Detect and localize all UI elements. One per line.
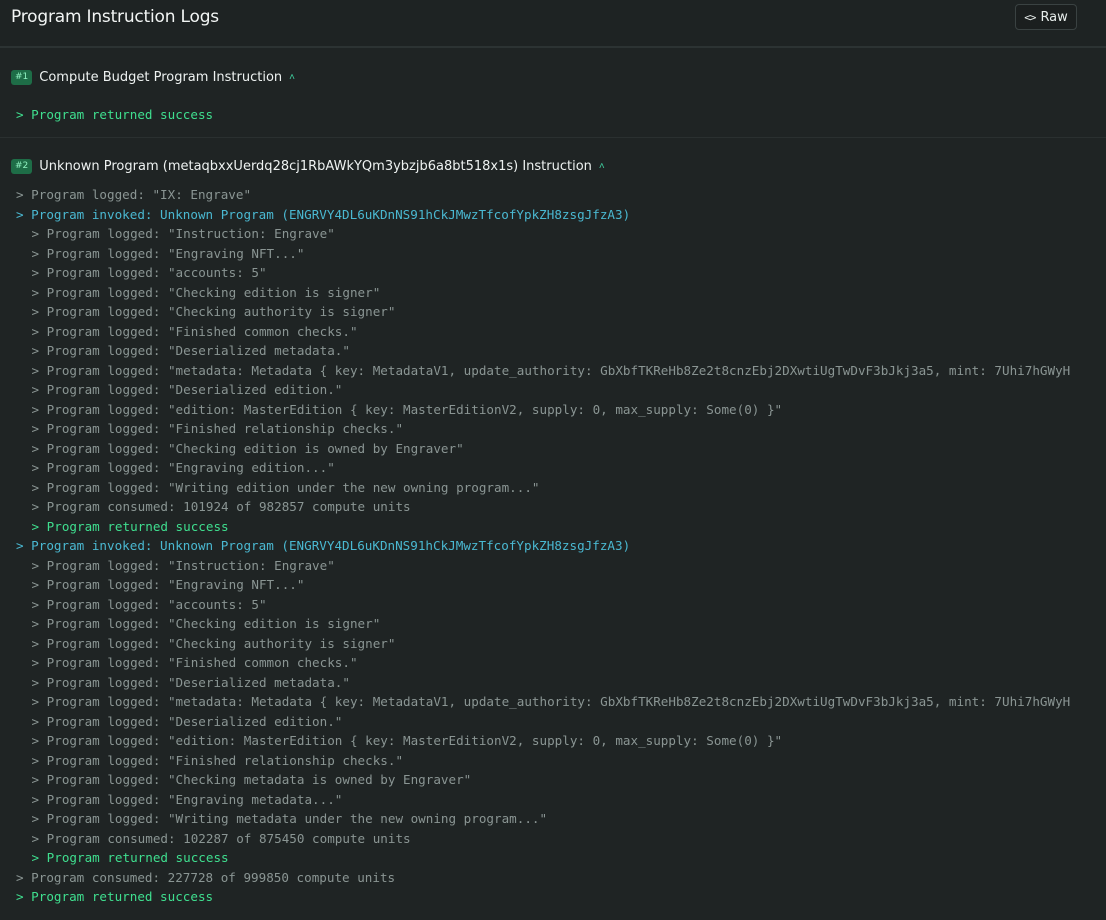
log-line: > Program logged: "edition: MasterEditio… bbox=[16, 400, 1070, 420]
log-line: > Program logged: "Engraving edition..." bbox=[16, 458, 1070, 478]
log-line: > Program returned success bbox=[16, 887, 1070, 907]
code-icon: <> bbox=[1024, 10, 1036, 24]
log-line: > Program logged: "Writing edition under… bbox=[16, 478, 1070, 498]
log-line: > Program logged: "Instruction: Engrave" bbox=[16, 224, 1070, 244]
log-text: > Program logged: "Finished common check… bbox=[31, 655, 358, 670]
log-text: > Program returned success bbox=[31, 850, 229, 865]
log-line: > Program logged: "Deserialized metadata… bbox=[16, 673, 1070, 693]
log-text: > Program logged: "accounts: 5" bbox=[31, 596, 267, 612]
log-text: > Program logged: "Checking edition is s… bbox=[31, 284, 381, 300]
raw-button-label: Raw bbox=[1040, 9, 1068, 25]
log-text: > Program logged: "Instruction: Engrave" bbox=[31, 226, 335, 241]
log-text: > Program logged: "metadata: Metadata { … bbox=[31, 362, 1071, 378]
log-line: > Program logged: "Instruction: Engrave" bbox=[16, 556, 1070, 576]
page-header: Program Instruction Logs <> Raw bbox=[0, 0, 1106, 48]
log-line: > Program invoked: Unknown Program (ENGR… bbox=[16, 205, 1070, 225]
log-line: > Program consumed: 102287 of 875450 com… bbox=[16, 829, 1070, 849]
log-line: > Program logged: "Checking edition is o… bbox=[16, 439, 1070, 459]
log-text: > Program logged: "Engraving NFT..." bbox=[31, 245, 305, 261]
log-line: > Program logged: "accounts: 5" bbox=[16, 595, 1070, 615]
log-line: > Program logged: "Deserialized edition.… bbox=[16, 712, 1070, 732]
log-text: > Program logged: "Checking edition is o… bbox=[31, 440, 464, 456]
instruction-title: Unknown Program (metaqbxxUerdq28cj1RbAWk… bbox=[39, 159, 592, 174]
log-text: > Program logged: "metadata: Metadata { … bbox=[31, 694, 1071, 709]
log-text: > Program logged: "IX: Engrave" bbox=[16, 187, 252, 202]
log-text: > Program consumed: 101924 of 982857 com… bbox=[31, 499, 411, 514]
log-text: > Program logged: "Deserialized edition.… bbox=[31, 713, 343, 729]
log-line: > Program consumed: 101924 of 982857 com… bbox=[16, 497, 1070, 517]
log-text: > Program logged: "Engraving metadata...… bbox=[31, 791, 343, 807]
log-text: > Program logged: "Finished relationship… bbox=[31, 752, 404, 768]
log-line: > Program logged: "Finished common check… bbox=[16, 653, 1070, 673]
log-text: > Program logged: "Checking authority is… bbox=[31, 635, 396, 651]
log-text: > Program returned success bbox=[16, 107, 214, 122]
log-line: > Program logged: "Checking metadata is … bbox=[16, 770, 1070, 790]
log-text: > Program logged: "Writing edition under… bbox=[31, 479, 540, 495]
log-line: > Program invoked: Unknown Program (ENGR… bbox=[16, 536, 1070, 556]
log-text: > Program invoked: Unknown Program (ENGR… bbox=[16, 206, 631, 222]
log-text: > Program logged: "edition: MasterEditio… bbox=[31, 733, 783, 748]
log-line: > Program logged: "edition: MasterEditio… bbox=[16, 731, 1070, 751]
log-line: > Program consumed: 227728 of 999850 com… bbox=[16, 868, 1070, 888]
instruction-badge: #2 bbox=[11, 159, 33, 174]
log-line: > Program returned success bbox=[16, 517, 1070, 537]
log-line: > Program logged: "Engraving metadata...… bbox=[16, 790, 1070, 810]
log-line: > Program logged: "Deserialized metadata… bbox=[16, 341, 1070, 361]
log-line: > Program logged: "Checking edition is s… bbox=[16, 283, 1070, 303]
log-block: > Program logged: "IX: Engrave" > Program… bbox=[16, 185, 1070, 907]
log-line: > Program logged: "Engraving NFT..." bbox=[16, 244, 1070, 264]
log-text: > Program logged: "Finished relationship… bbox=[31, 421, 404, 436]
instruction-header: #1 Compute Budget Program Instruction ˄ bbox=[11, 70, 295, 85]
log-text: > Program logged: "Checking authority is… bbox=[31, 304, 396, 319]
instruction-title: Compute Budget Program Instruction bbox=[39, 70, 283, 85]
log-text: > Program invoked: Unknown Program (ENGR… bbox=[16, 538, 631, 553]
log-text: > Program logged: "Checking edition is s… bbox=[31, 616, 381, 631]
log-line: > Program returned success bbox=[16, 105, 213, 125]
log-text: > Program logged: "Checking metadata is … bbox=[31, 772, 472, 787]
log-text: > Program logged: "edition: MasterEditio… bbox=[31, 401, 783, 417]
log-text: > Program returned success bbox=[31, 518, 229, 534]
log-text: > Program logged: "Deserialized metadata… bbox=[31, 343, 350, 358]
log-text: > Program logged: "Deserialized metadata… bbox=[31, 674, 350, 690]
log-block: > Program returned success bbox=[16, 105, 213, 125]
page-title: Program Instruction Logs bbox=[11, 7, 219, 27]
log-text: > Program logged: "Engraving NFT..." bbox=[31, 577, 305, 592]
log-text: > Program consumed: 227728 of 999850 com… bbox=[16, 869, 396, 885]
chevron-up-icon[interactable]: ˄ bbox=[599, 161, 605, 172]
log-text: > Program logged: "Deserialized edition.… bbox=[31, 382, 343, 397]
log-text: > Program logged: "accounts: 5" bbox=[31, 265, 267, 280]
log-text: > Program returned success bbox=[16, 889, 214, 904]
log-line: > Program logged: "Writing metadata unde… bbox=[16, 809, 1070, 829]
log-text: > Program logged: "Engraving edition..." bbox=[31, 460, 335, 475]
instruction-header: #2 Unknown Program (metaqbxxUerdq28cj1Rb… bbox=[11, 159, 605, 174]
log-text: > Program logged: "Instruction: Engrave" bbox=[31, 557, 335, 573]
log-line: > Program logged: "Checking authority is… bbox=[16, 302, 1070, 322]
log-text: > Program logged: "Writing metadata unde… bbox=[31, 811, 548, 826]
log-line: > Program returned success bbox=[16, 848, 1070, 868]
log-line: > Program logged: "Finished relationship… bbox=[16, 419, 1070, 439]
log-line: > Program logged: "Engraving NFT..." bbox=[16, 575, 1070, 595]
log-line: > Program logged: "Finished common check… bbox=[16, 322, 1070, 342]
log-line: > Program logged: "metadata: Metadata { … bbox=[16, 692, 1071, 712]
log-line: > Program logged: "Checking authority is… bbox=[16, 634, 1070, 654]
log-line: > Program logged: "Deserialized edition.… bbox=[16, 380, 1070, 400]
chevron-up-icon[interactable]: ˄ bbox=[289, 72, 295, 83]
log-line: > Program logged: "Checking edition is s… bbox=[16, 614, 1070, 634]
log-line: > Program logged: "metadata: Metadata { … bbox=[16, 361, 1071, 381]
raw-button[interactable]: <> Raw bbox=[1015, 4, 1077, 30]
log-text: > Program logged: "Finished common check… bbox=[31, 323, 358, 339]
instruction-badge: #1 bbox=[11, 70, 33, 85]
instruction-1: #1 Compute Budget Program Instruction ˄ … bbox=[0, 48, 1106, 138]
log-line: > Program logged: "accounts: 5" bbox=[16, 263, 1070, 283]
log-line: > Program logged: "Finished relationship… bbox=[16, 751, 1070, 771]
instruction-2: #2 Unknown Program (metaqbxxUerdq28cj1Rb… bbox=[0, 138, 1106, 920]
log-text: > Program consumed: 102287 of 875450 com… bbox=[31, 830, 411, 846]
log-line: > Program logged: "IX: Engrave" bbox=[16, 185, 1070, 205]
